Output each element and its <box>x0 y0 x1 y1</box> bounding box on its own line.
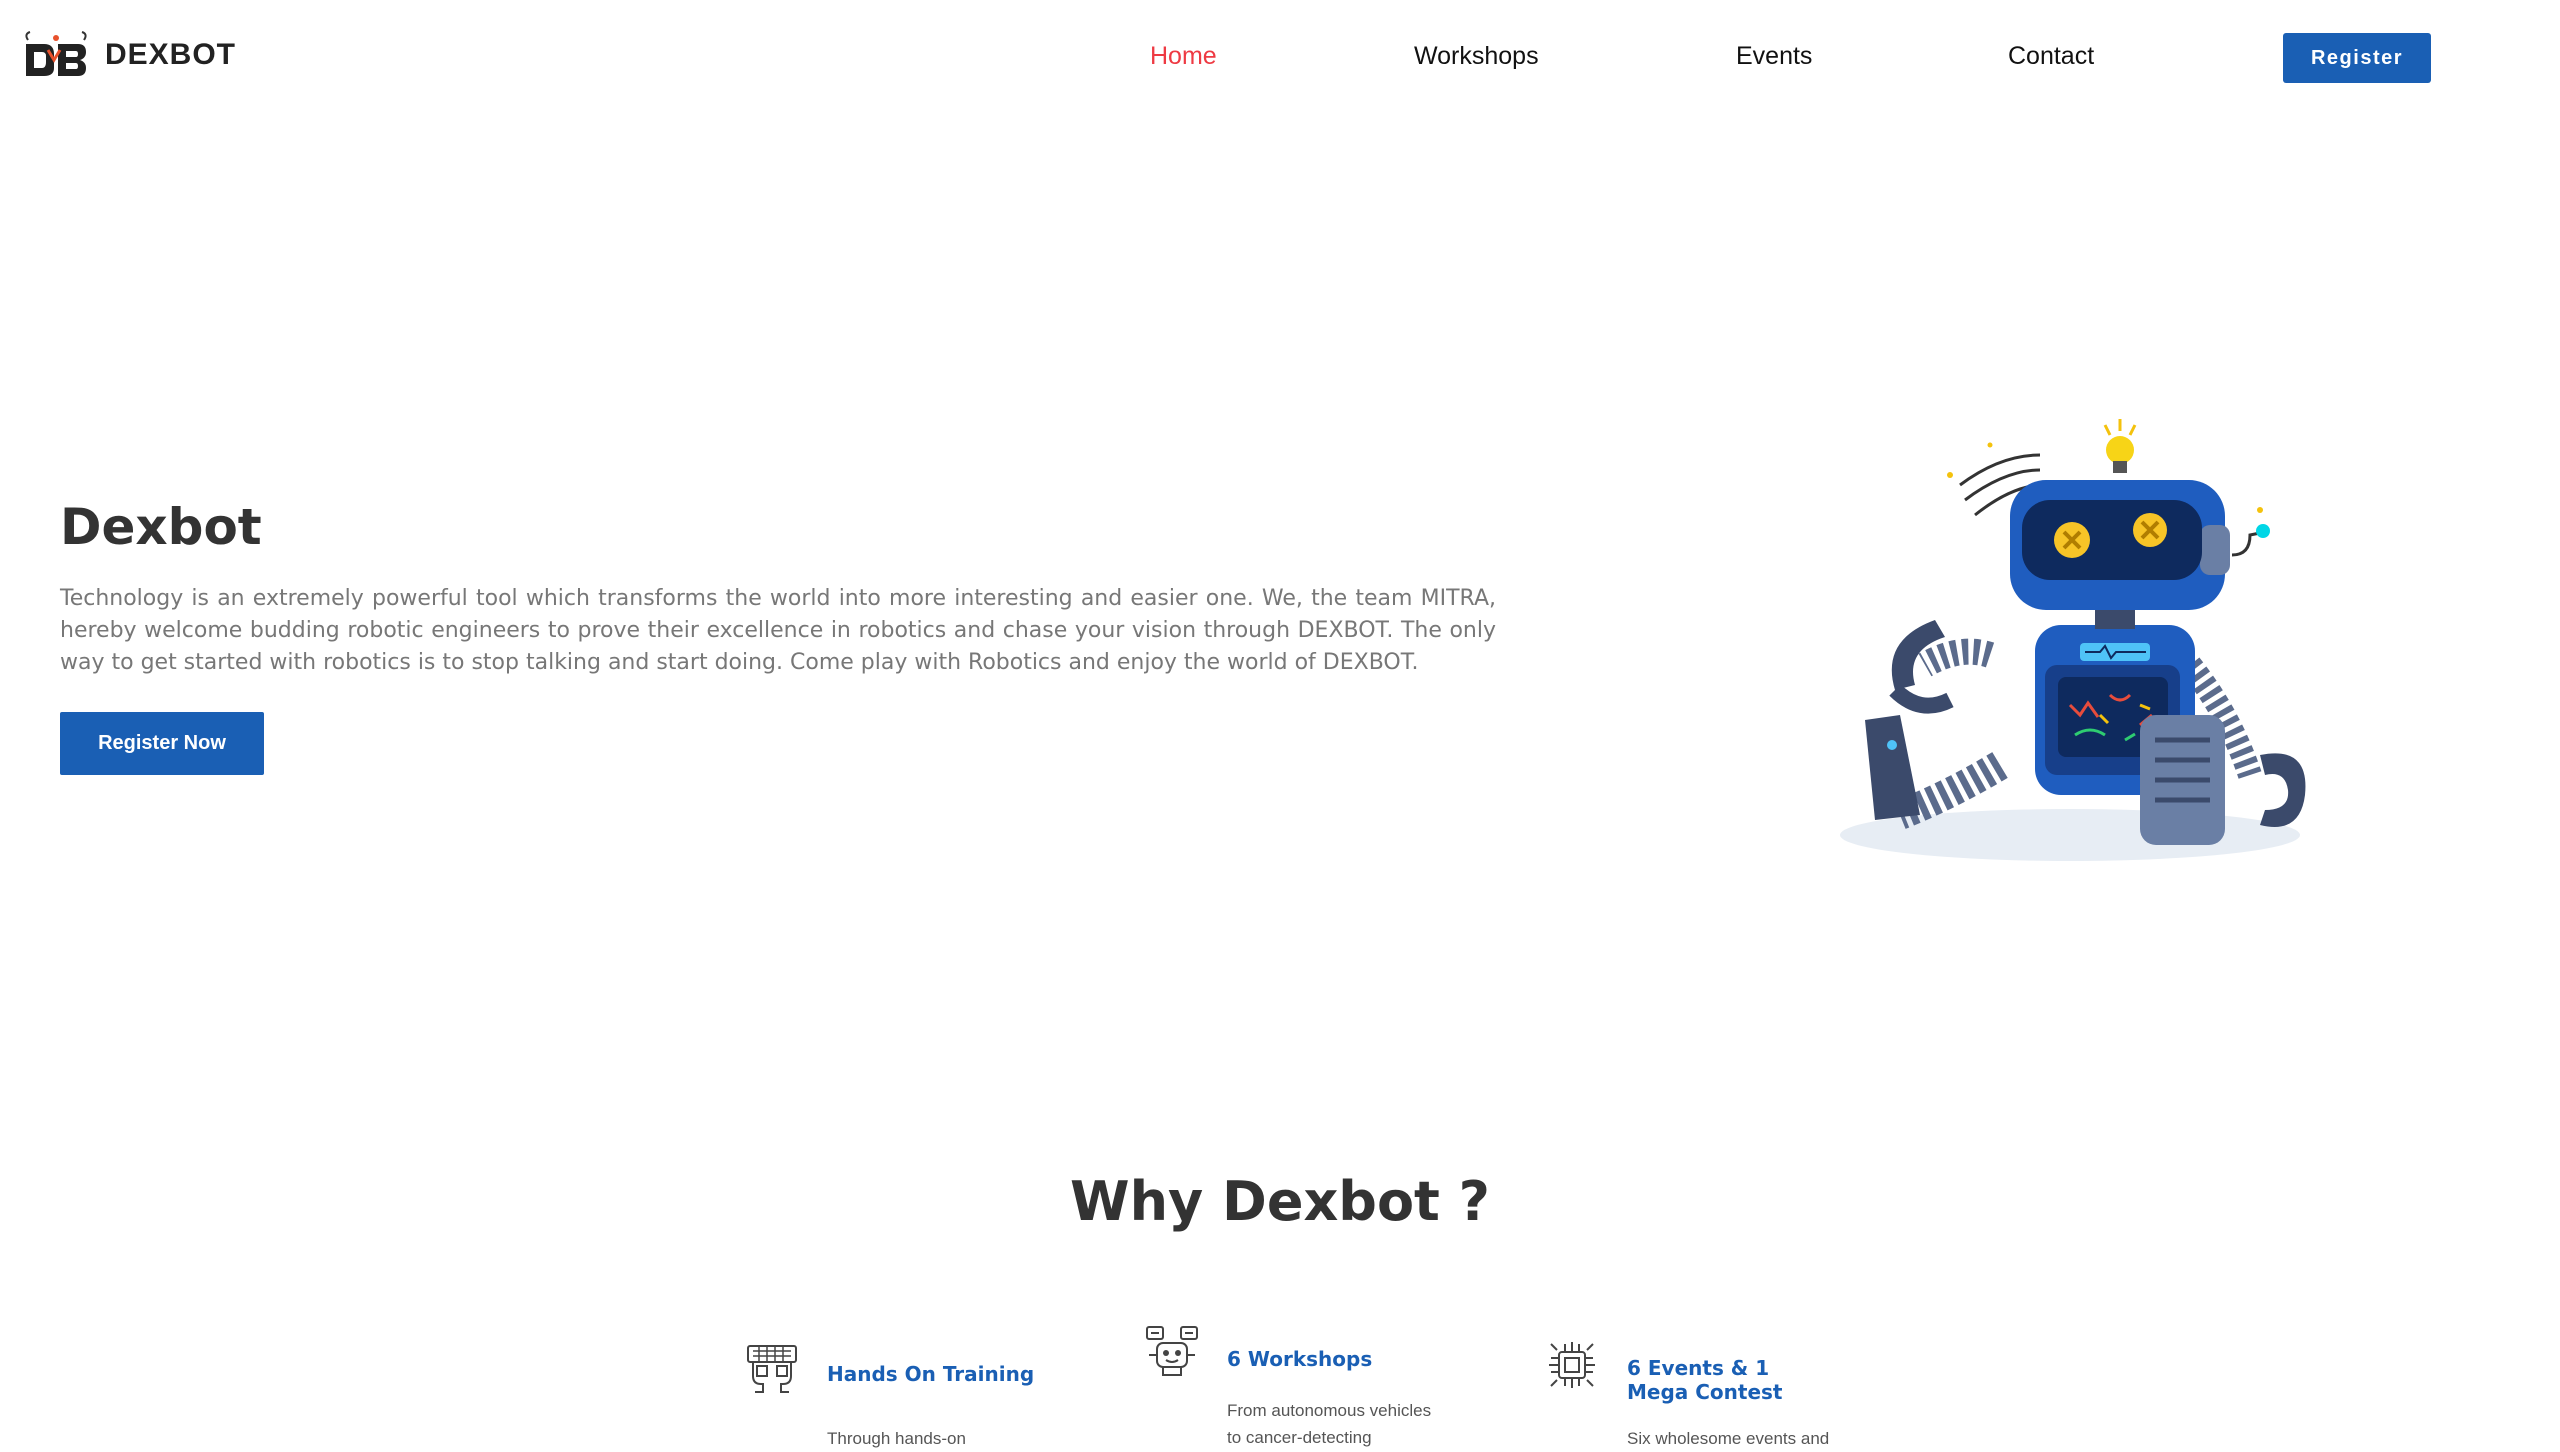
why-title: Why Dexbot ? <box>1070 1170 1490 1233</box>
nav-workshops[interactable]: Workshops <box>1414 42 1539 71</box>
nav-events[interactable]: Events <box>1736 42 1812 71</box>
hero-description: Technology is an extremely powerful tool… <box>60 586 1496 675</box>
feature-hands-on-training: Hands On Training Through hands-on <box>745 1340 1065 1448</box>
hero-title: Dexbot <box>60 498 262 556</box>
feature-title: 6 Workshops <box>1227 1347 1373 1371</box>
dexbot-logo-icon <box>25 31 87 76</box>
microchip-icon <box>1549 1342 1595 1388</box>
register-now-button[interactable]: Register Now <box>60 712 264 775</box>
feature-description: Six wholesome events and <box>1627 1429 1830 1448</box>
feature-description: From autonomous vehicles to cancer-detec… <box>1227 1401 1432 1447</box>
brand-name: DEXBOT <box>105 38 237 71</box>
feature-title: Hands On Training <box>827 1362 1035 1386</box>
nav-contact[interactable]: Contact <box>2008 42 2094 71</box>
feature-title: 6 Events & 1 Mega Contest <box>1627 1356 1783 1404</box>
nav-home[interactable]: Home <box>1150 42 1217 71</box>
feature-workshops: 6 Workshops From autonomous vehicles to … <box>1145 1325 1465 1447</box>
hands-training-icon <box>747 1345 797 1393</box>
register-button[interactable]: Register <box>2283 33 2431 83</box>
robot-workshop-icon <box>1146 1326 1198 1376</box>
feature-events: 6 Events & 1 Mega Contest Six wholesome … <box>1545 1338 1865 1448</box>
navbar: DEXBOT Home Workshops Events Contact Reg… <box>0 0 2560 115</box>
robot-illustration <box>1840 419 2306 861</box>
feature-description: Through hands-on <box>827 1429 966 1448</box>
brand-logo[interactable]: DEXBOT <box>22 30 236 80</box>
